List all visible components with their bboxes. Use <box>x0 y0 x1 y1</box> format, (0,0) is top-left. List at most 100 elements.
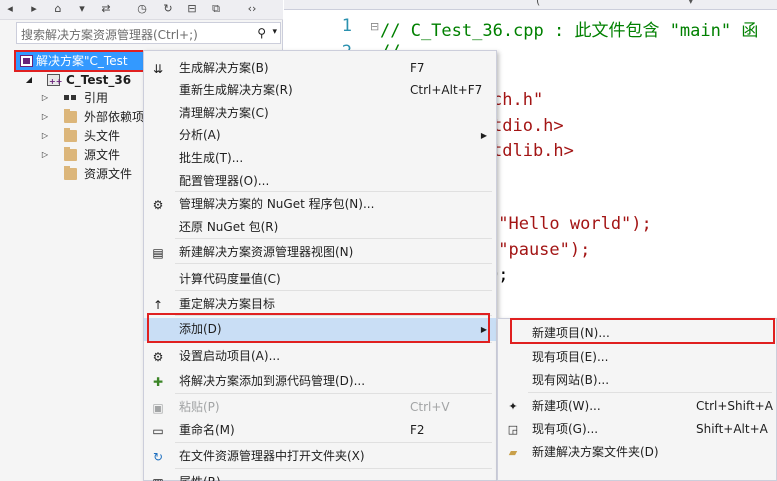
folder-icon <box>64 166 77 180</box>
home-icon[interactable]: ⌂ <box>50 2 66 16</box>
submenu-arrow-icon: ▶ <box>480 131 487 140</box>
submenu-item-new-solution-folder[interactable]: ▰ 新建解决方案文件夹(D) <box>498 441 776 464</box>
menu-item-build-solution[interactable]: ⇊ 生成解决方案(B) F7 <box>144 57 496 80</box>
forward-icon[interactable]: ▸ <box>26 2 42 16</box>
folder-icon <box>64 109 77 123</box>
menu-item-label: 重新生成解决方案(R) <box>179 83 293 97</box>
menu-item-shortcut: Ctrl+Alt+F7 <box>410 83 483 97</box>
search-input[interactable]: 搜索解决方案资源管理器(Ctrl+;) ⚲ ▾ <box>16 22 281 44</box>
tree-item-label: 资源文件 <box>84 167 133 181</box>
menu-item-label: 粘贴(P) <box>179 400 220 414</box>
submenu-item-new-item[interactable]: ✦ 新建项(W)... Ctrl+Shift+A <box>498 395 776 418</box>
menu-separator <box>175 290 492 291</box>
fold-marker-icon[interactable]: ⊟ <box>370 20 379 33</box>
menu-item-shortcut: Shift+Alt+A <box>696 422 768 436</box>
collapsed-arrow-icon[interactable]: ▷ <box>40 88 50 108</box>
menu-item-label: 还原 NuGet 包(R) <box>179 220 279 234</box>
tree-item-label: 外部依赖项 <box>84 110 145 124</box>
menu-item-code-metrics[interactable]: 计算代码度量值(C) <box>144 268 496 291</box>
refresh-icon: ↻ <box>152 450 164 464</box>
menu-item-shortcut: Ctrl+Shift+A <box>696 399 773 413</box>
submenu-item-existing-website[interactable]: 现有网站(B)... <box>498 369 776 392</box>
menu-item-label: 配置管理器(O)... <box>179 174 270 188</box>
menu-item-label: 将解决方案添加到源代码管理(D)... <box>179 374 366 388</box>
highlight-box-add <box>147 313 490 343</box>
menu-item-label: 现有项(G)... <box>532 422 599 436</box>
menu-item-open-folder[interactable]: ↻ 在文件资源管理器中打开文件夹(X) <box>144 445 496 468</box>
menu-item-label: 重命名(M) <box>179 423 235 437</box>
collapsed-arrow-icon[interactable]: ▷ <box>40 145 50 165</box>
existing-item-icon: ◲ <box>507 423 519 436</box>
chevron-down-icon[interactable]: ▾ <box>272 27 277 37</box>
history-icon[interactable]: ◷ <box>134 2 150 16</box>
menu-item-label: 在文件资源管理器中打开文件夹(X) <box>179 449 365 463</box>
expanded-arrow-icon[interactable]: ◢ <box>24 70 34 90</box>
menu-item-configuration-manager[interactable]: 配置管理器(O)... <box>144 170 496 193</box>
code-line: // C_Test_36.cpp : 此文件包含 "main" 函 <box>380 21 759 41</box>
pages-icon[interactable]: ⧉ <box>208 2 224 16</box>
line-number: 1 <box>341 16 352 36</box>
menu-item-label: 清理解决方案(C) <box>179 106 269 120</box>
menu-item-manage-nuget[interactable]: ⚙ 管理解决方案的 NuGet 程序包(N)... <box>144 193 496 216</box>
menu-item-clean-solution[interactable]: 清理解决方案(C) <box>144 102 496 125</box>
code-line: tdlib.h> <box>492 141 574 161</box>
menu-item-rebuild-solution[interactable]: 重新生成解决方案(R) Ctrl+Alt+F7 <box>144 79 496 102</box>
menu-item-analyze[interactable]: 分析(A) ▶ <box>144 124 496 147</box>
menu-item-label: 设置启动项目(A)... <box>179 349 281 363</box>
menu-item-restore-nuget[interactable]: 还原 NuGet 包(R) <box>144 216 496 239</box>
tree-item-project-label: C_Test_36 <box>66 73 132 87</box>
menu-item-label: 分析(A) <box>179 128 221 142</box>
back-icon[interactable]: ◂ <box>2 2 18 16</box>
collapsed-arrow-icon[interactable]: ▷ <box>40 126 50 146</box>
collapse-all-icon[interactable]: ⊟ <box>184 2 200 16</box>
menu-item-paste[interactable]: ▣ 粘贴(P) Ctrl+V <box>144 396 496 419</box>
menu-item-add-to-source-control[interactable]: ✚ 将解决方案添加到源代码管理(D)... <box>144 370 496 393</box>
menu-item-rename[interactable]: ▭ 重命名(M) F2 <box>144 419 496 442</box>
collapsed-arrow-icon[interactable]: ▷ <box>40 107 50 127</box>
retarget-icon: ↑ <box>152 298 164 312</box>
menu-item-set-startup-projects[interactable]: ⚙ 设置启动项目(A)... <box>144 345 496 368</box>
menu-item-properties[interactable]: ▦ 属性(R) <box>144 471 496 481</box>
menu-item-label: 现有项目(E)... <box>532 350 609 364</box>
highlight-box-new-project <box>510 318 775 344</box>
dropdown-icon[interactable]: ▾ <box>74 2 90 16</box>
submenu-item-existing-project[interactable]: 现有项目(E)... <box>498 346 776 369</box>
search-icon[interactable]: ⚲ <box>257 26 266 40</box>
menu-item-label: 新建项(W)... <box>532 399 601 413</box>
properties-icon: ▦ <box>151 476 165 481</box>
cpp-project-icon <box>47 72 62 92</box>
editor-tab-strip: ( ▾ <box>284 0 777 10</box>
tree-item-label: 头文件 <box>84 129 121 143</box>
menu-item-new-explorer-view[interactable]: ▤ 新建解决方案资源管理器视图(N) <box>144 241 496 264</box>
gear-icon: ⚙ <box>152 350 164 364</box>
tree-item-label: 源文件 <box>84 148 121 162</box>
menu-separator <box>175 442 492 443</box>
code-line: ch.h" <box>492 90 544 110</box>
source-control-icon: ✚ <box>152 375 164 389</box>
menu-item-label: 现有网站(B)... <box>532 373 610 387</box>
menu-separator <box>175 238 492 239</box>
menu-item-shortcut: Ctrl+V <box>410 400 450 414</box>
submenu-item-existing-item[interactable]: ◲ 现有项(G)... Shift+Alt+A <box>498 418 776 441</box>
tree-item-label: 引用 <box>84 91 109 105</box>
new-solution-folder-icon: ▰ <box>508 446 518 459</box>
new-view-icon: ▤ <box>152 246 164 260</box>
code-line: ("Hello world"); <box>488 214 652 234</box>
solution-context-menu: ⇊ 生成解决方案(B) F7 重新生成解决方案(R) Ctrl+Alt+F7 清… <box>143 50 497 481</box>
sync-icon[interactable]: ⇄ <box>98 2 114 16</box>
menu-item-label: 新建解决方案资源管理器视图(N) <box>179 245 354 259</box>
code-view-icon[interactable]: ‹› <box>244 2 260 16</box>
menu-item-shortcut: F2 <box>410 423 425 437</box>
menu-item-batch-build[interactable]: 批生成(T)... <box>144 147 496 170</box>
menu-item-label: 管理解决方案的 NuGet 程序包(N)... <box>179 197 375 211</box>
menu-item-label: 新建解决方案文件夹(D) <box>532 445 659 459</box>
folder-icon <box>64 128 77 142</box>
menu-separator <box>175 263 492 264</box>
refresh-icon[interactable]: ↻ <box>160 2 176 16</box>
references-icon <box>64 92 77 104</box>
code-line: ("pause"); <box>488 240 591 260</box>
menu-separator <box>175 468 492 469</box>
search-placeholder: 搜索解决方案资源管理器(Ctrl+;) <box>21 28 198 42</box>
rename-icon: ▭ <box>152 424 164 438</box>
new-item-icon: ✦ <box>508 400 518 413</box>
